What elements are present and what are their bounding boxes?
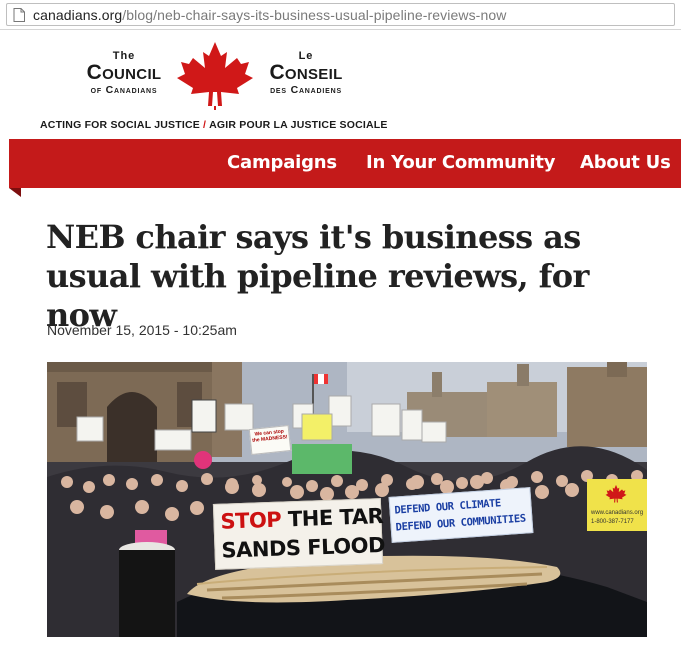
article-photo[interactable]: We can stop the MADNESS! STOP THE TAR SA… (47, 362, 647, 637)
maple-leaf-icon (605, 484, 627, 503)
banner-stop-line1: STOP THE TAR (220, 504, 383, 534)
nav-campaigns[interactable]: Campaigns (227, 152, 337, 173)
url-text: canadians.org/blog/neb-chair-says-its-bu… (33, 7, 506, 23)
nav-in-your-community[interactable]: In Your Community (366, 152, 556, 173)
article-title: NEB chair says it's business as usual wi… (46, 218, 589, 334)
banner-defend-line2: DEFEND OUR COMMUNITIES (395, 512, 527, 534)
browser-address-bar: canadians.org/blog/neb-chair-says-its-bu… (0, 0, 681, 30)
banner-stop-rest: THE TAR (287, 504, 384, 532)
url-domain: canadians.org (33, 7, 123, 23)
url-path: /blog/neb-chair-says-its-business-usual-… (122, 7, 507, 23)
banner-stop-line2: SANDS FLOOD (221, 532, 386, 563)
tagline-fr: AGIR POUR LA JUSTICE SOCIALE (209, 119, 388, 131)
banner-defend-line1: DEFEND OUR CLIMATE (394, 497, 502, 517)
council-banner: www.canadians.org 1-800-387-7177 (587, 479, 647, 531)
url-field[interactable]: canadians.org/blog/neb-chair-says-its-bu… (6, 3, 675, 26)
logo-fr-big: Conseil (269, 61, 343, 84)
madness-sign: We can stop the MADNESS! (248, 424, 292, 456)
logo-fr-bottom: des Canadiens (270, 84, 342, 96)
banner-stop-word: STOP (220, 507, 282, 534)
page-icon (13, 8, 25, 22)
article-date: November 15, 2015 - 10:25am (47, 322, 237, 338)
logo-english: The Council of Canadians (68, 50, 180, 96)
council-banner-phone: 1-800-387-7177 (591, 519, 634, 525)
tagline-en: ACTING FOR SOCIAL JUSTICE (40, 119, 200, 131)
logo-en-big: Council (86, 61, 162, 84)
logo-en-bottom: of Canadians (90, 84, 158, 96)
maple-leaf-icon (177, 42, 253, 110)
stop-tar-sands-banner: STOP THE TAR SANDS FLOOD (212, 498, 386, 570)
council-banner-site: www.canadians.org (591, 510, 644, 516)
tagline-slash: / (202, 119, 207, 131)
site-logo[interactable]: The Council of Canadians Le Conseil des … (40, 38, 390, 134)
main-nav: Campaigns In Your Community About Us (9, 139, 681, 188)
nav-ribbon-fold (9, 188, 21, 197)
logo-french: Le Conseil des Canadiens (250, 50, 362, 96)
logo-tagline: ACTING FOR SOCIAL JUSTICE / AGIR POUR LA J… (40, 119, 390, 131)
nav-about-us[interactable]: About Us (580, 152, 671, 173)
